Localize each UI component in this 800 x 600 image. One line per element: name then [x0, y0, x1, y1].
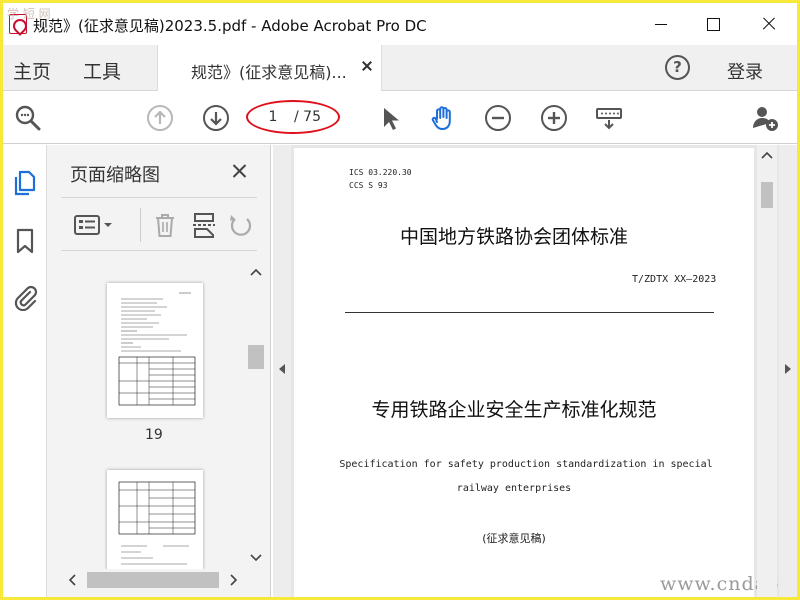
- ccs-code: CCS S 93: [349, 181, 388, 190]
- hand-tool-icon[interactable]: [429, 104, 457, 132]
- association-heading: 中国地方铁路协会团体标准: [399, 226, 628, 248]
- document-scroll-thumb[interactable]: [761, 182, 773, 208]
- header-rule: [345, 312, 714, 313]
- thumbnails-title: 页面缩略图: [70, 165, 160, 186]
- thumbnails-toolbar: [61, 197, 257, 251]
- thumbnail-page-20[interactable]: [107, 470, 203, 570]
- thumbnails-panel: 页面缩略图 19: [47, 145, 271, 597]
- document-vertical-scrollbar[interactable]: [757, 145, 777, 597]
- main-toolbar: 1 / 75: [3, 92, 797, 144]
- thumbnails-vertical-scrollbar[interactable]: [246, 259, 266, 575]
- left-rail: [3, 145, 47, 597]
- zoom-in-icon[interactable]: [540, 104, 568, 132]
- document-tab[interactable]: 规范》(征求意见稿)...: [157, 45, 382, 91]
- document-tab-label: 规范》(征求意见稿)...: [191, 63, 347, 82]
- ics-code: ICS 03.220.30: [349, 168, 412, 177]
- page-up-icon[interactable]: [146, 104, 174, 132]
- find-icon[interactable]: [14, 104, 42, 132]
- close-window-button[interactable]: [755, 11, 783, 37]
- close-tab-icon[interactable]: [360, 59, 374, 73]
- toolbar-divider: [140, 208, 141, 242]
- title-bar: 学 短 网 规范》(征求意见稿)2023.5.pdf - Adobe Acrob…: [3, 3, 797, 45]
- page-options-icon[interactable]: [73, 211, 117, 239]
- add-user-icon[interactable]: [751, 104, 779, 132]
- help-icon[interactable]: ?: [665, 55, 690, 80]
- collapse-left-icon: [279, 364, 285, 374]
- close-panel-icon[interactable]: [231, 163, 247, 179]
- expand-right-icon: [785, 364, 791, 374]
- english-title-line-1: Specification for safety production stan…: [339, 459, 713, 470]
- document-view: ICS 03.220.30 CCS S 93 中国地方铁路协会团体标准 T/ZD…: [291, 145, 797, 597]
- left-panel-toggle[interactable]: [273, 145, 291, 597]
- zoom-out-icon[interactable]: [484, 104, 512, 132]
- pages-icon[interactable]: [11, 169, 39, 197]
- tab-tools[interactable]: 工具: [83, 57, 121, 84]
- document-main-title: 专用铁路企业安全生产标准化规范: [371, 399, 657, 421]
- right-panel-toggle[interactable]: [779, 145, 797, 597]
- rotate-icon[interactable]: [226, 211, 254, 239]
- window-title: 规范》(征求意见稿)2023.5.pdf - Adobe Acrobat Pro…: [33, 17, 427, 35]
- login-button[interactable]: 登录: [727, 58, 763, 84]
- tab-home[interactable]: 主页: [13, 57, 51, 84]
- tab-bar: 主页 工具 规范》(征求意见稿)... ? 登录: [3, 45, 797, 91]
- english-title-line-2: railway enterprises: [456, 483, 572, 494]
- attachment-icon[interactable]: [11, 283, 39, 312]
- bookmark-icon[interactable]: [11, 227, 39, 255]
- delete-icon[interactable]: [151, 211, 179, 239]
- standard-code: T/ZDTX XX—2023: [632, 274, 717, 285]
- keyboard-icon[interactable]: [595, 104, 623, 132]
- draft-note: (征求意见稿): [482, 532, 546, 545]
- thumbnail-page-number: 19: [145, 427, 163, 443]
- select-cursor-icon[interactable]: [375, 104, 403, 132]
- thumbnails-horizontal-scrollbar[interactable]: [61, 569, 245, 591]
- pdf-page: ICS 03.220.30 CCS S 93 中国地方铁路协会团体标准 T/ZD…: [294, 148, 797, 597]
- thumbnail-page-19[interactable]: [107, 283, 203, 418]
- app-window: 学 短 网 规范》(征求意见稿)2023.5.pdf - Adobe Acrob…: [3, 3, 797, 597]
- maximize-button[interactable]: [699, 11, 727, 37]
- extract-icon[interactable]: [190, 211, 218, 239]
- page-down-icon[interactable]: [202, 104, 230, 132]
- minimize-button[interactable]: [647, 11, 675, 37]
- highlight-annotation: [246, 100, 340, 134]
